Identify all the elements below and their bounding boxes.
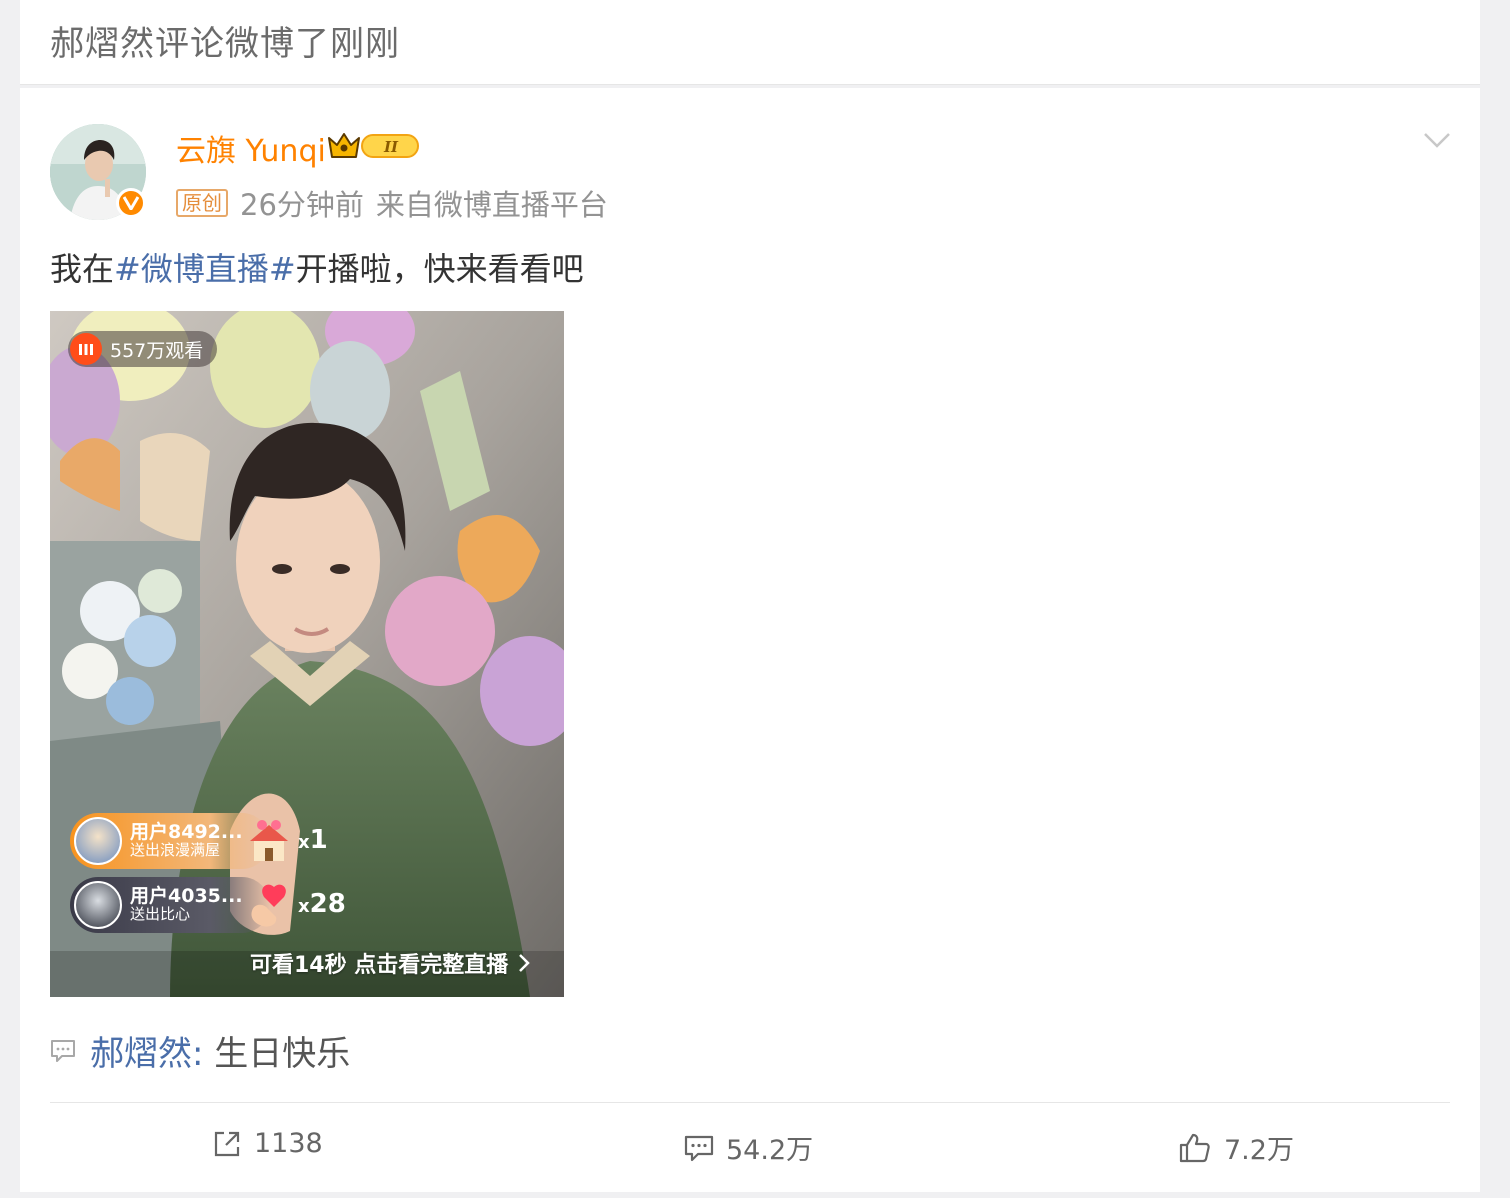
comment-count: 54.2万 <box>726 1135 814 1166</box>
share-icon <box>214 1131 240 1156</box>
post-time[interactable]: 26分钟前 <box>240 182 364 224</box>
post-meta: 原创 26分钟前 来自微博直播平台 <box>176 182 608 224</box>
house-gift-icon <box>250 820 288 861</box>
repost-count: 1138 <box>254 1128 323 1159</box>
gift-sender-name: 用户8492... <box>130 821 243 844</box>
view-count: 557万观看 <box>110 339 204 362</box>
gift-description: 送出浪漫满屋 <box>130 841 221 860</box>
hashtag-link[interactable]: #微博直播# <box>114 250 296 288</box>
activity-notice: 郝熠然评论微博了刚刚 <box>20 0 1480 85</box>
comment-text: 生日快乐 <box>214 1034 351 1074</box>
replay-text: 可看14秒 点击看完整直播 <box>250 953 509 978</box>
repost-button[interactable]: 1138 <box>212 1128 323 1159</box>
like-button[interactable]: 7.2万 <box>1178 1128 1294 1167</box>
divider <box>50 1102 1450 1103</box>
finger-heart-gift-icon <box>251 884 286 927</box>
post-text: 我在#微博直播#开播啦，快来看看吧 <box>50 244 584 290</box>
author-name[interactable]: 云旗 Yunqi <box>176 126 326 170</box>
comment-separator: : <box>192 1034 204 1074</box>
gift-count-1: x1 <box>298 825 328 855</box>
original-tag: 原创 <box>176 189 228 217</box>
live-bars-icon <box>70 333 102 365</box>
post-text-suffix: 开播啦，快来看看吧 <box>295 250 584 288</box>
vip-crown-icon[interactable]: II <box>326 130 422 166</box>
notice-text: 郝熠然评论微博了刚刚 <box>50 24 400 64</box>
comment-icon <box>51 1039 75 1062</box>
watch-full-live-link[interactable]: 可看14秒 点击看完整直播 <box>250 947 531 979</box>
post-card[interactable]: 云旗 Yunqi II 原创 26分钟前 来自微博直播平台 我在#微博直播#开播… <box>20 88 1480 1192</box>
post-source: 来自微博直播平台 <box>375 188 608 222</box>
post-text-prefix: 我在 <box>50 250 115 288</box>
vip-level-text: II <box>383 138 399 156</box>
gift-description: 送出比心 <box>130 905 191 924</box>
like-count: 7.2万 <box>1224 1135 1294 1166</box>
comment-author[interactable]: 郝熠然 <box>90 1034 192 1074</box>
action-bar: 1138 54.2万 7.2万 <box>20 1118 1480 1174</box>
gift-sender-name: 用户4035... <box>130 885 243 908</box>
verified-badge-icon <box>116 188 146 218</box>
gift-row-1: 用户8492... 送出浪漫满屋 <box>70 813 270 869</box>
gift-count-2: x28 <box>298 889 346 919</box>
gift-sender-avatar <box>74 881 122 929</box>
comment-button[interactable]: 54.2万 <box>684 1128 813 1167</box>
chevron-down-icon[interactable] <box>1422 130 1452 150</box>
view-count-badge: 557万观看 <box>68 331 218 367</box>
live-replay-media[interactable]: 557万观看 用户8492... 送出浪漫满屋 x1 用户4035... 送出比… <box>50 311 564 997</box>
featured-comment[interactable]: 郝熠然: 生日快乐 <box>50 1026 350 1075</box>
comment-icon <box>684 1135 714 1161</box>
chevron-right-icon <box>519 954 531 972</box>
gift-sender-avatar <box>74 817 122 865</box>
page: 郝熠然评论微博了刚刚 云旗 Yunqi II 原创 26分钟前 来自微博直播平台… <box>20 0 1480 1198</box>
thumbs-up-icon <box>1179 1133 1210 1162</box>
gift-row-2: 用户4035... 送出比心 <box>70 877 270 933</box>
